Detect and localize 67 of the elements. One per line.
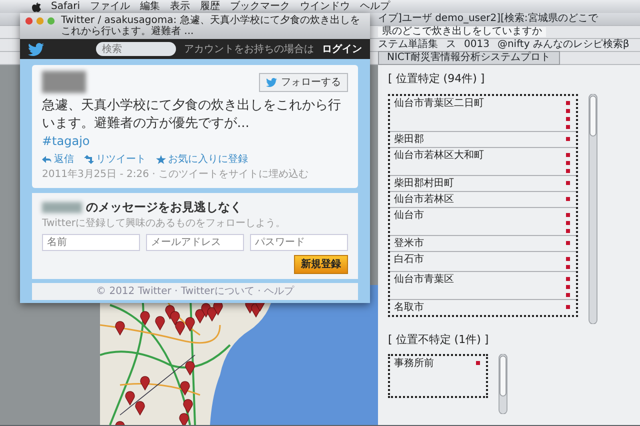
place-name: 名取市 bbox=[394, 302, 424, 312]
bookmark-link[interactable]: ス bbox=[446, 40, 456, 50]
apple-logo-icon[interactable] bbox=[32, 2, 41, 12]
menu-item[interactable]: ウインドウ bbox=[300, 2, 350, 12]
place-name: 事務所前 bbox=[394, 358, 434, 369]
menu-item[interactable]: ブックマーク bbox=[230, 2, 290, 12]
signup-title: のメッセージをお見逃しなく bbox=[86, 199, 242, 216]
place-name: 柴田郡村田町 bbox=[394, 178, 454, 188]
place-name: 仙台市 bbox=[394, 210, 424, 222]
place-name: 仙台市若林区大和町 bbox=[394, 150, 484, 162]
blurred-avatar bbox=[42, 71, 86, 93]
tweet-text: 急遽、天真小学校にて夕食の炊き出しをこれから行います。避難者の方が優先ですが... bbox=[42, 97, 342, 132]
search-field[interactable]: 県のどこで炊き出しをしていますか bbox=[378, 27, 546, 37]
window-title: Twitter / asakusagoma: 急遽、天真小学校にて夕食の炊き出しをこれから行います。避難者 ... bbox=[61, 15, 361, 37]
tweet-timestamp: 2011年3月25日 - 2:26 · このツイートをサイトに埋め込む bbox=[42, 168, 310, 182]
list-row[interactable]: 仙台市 bbox=[390, 208, 576, 236]
menu-item[interactable]: 履歴 bbox=[200, 2, 220, 12]
bookmark-link[interactable]: ステム単語集 bbox=[378, 40, 438, 50]
scrollbar[interactable] bbox=[498, 354, 508, 414]
list-row[interactable]: 柴田郡村田町 bbox=[390, 176, 576, 192]
login-prompt: アカウントをお持ちの場合は bbox=[184, 42, 314, 56]
input-field[interactable]: パスワード bbox=[250, 234, 348, 252]
list-row[interactable]: 仙台市若林区大和町 bbox=[390, 148, 576, 176]
list-row[interactable]: 事務所前 bbox=[390, 356, 486, 371]
bird-icon bbox=[266, 78, 277, 86]
favorite-link[interactable]: お気に入りに登録 bbox=[156, 152, 248, 168]
place-name: 白石市 bbox=[394, 254, 424, 266]
search-field[interactable]: 検索 bbox=[96, 42, 176, 56]
place-name: 仙台市若林区 bbox=[394, 194, 454, 204]
place-name: 登米市 bbox=[394, 238, 424, 248]
retweet-icon bbox=[84, 155, 94, 164]
menu-item[interactable]: ファイル bbox=[90, 2, 130, 12]
menu-item[interactable]: Safari bbox=[51, 2, 80, 12]
star-icon bbox=[156, 155, 166, 164]
footer-links: © 2012 Twitter · Twitterについて · ヘルプ bbox=[32, 283, 358, 300]
bookmark-link[interactable]: 0013 bbox=[464, 40, 490, 50]
login-link[interactable]: ログイン bbox=[322, 42, 362, 56]
zoom-icon[interactable] bbox=[47, 17, 55, 25]
place-name: 柴田郡 bbox=[394, 134, 424, 144]
browser-tab[interactable]: NICT耐災害情報分析システムプロト bbox=[378, 51, 560, 65]
input-field[interactable]: メールアドレス bbox=[146, 234, 244, 252]
list-row[interactable]: 仙台市青葉区二日町 bbox=[390, 96, 576, 132]
bookmark-link[interactable]: @nifty みんなのレシピ検索β bbox=[497, 40, 630, 50]
reply-arrow-icon bbox=[42, 155, 52, 164]
window-title: イブ]ユーザ demo_user2][検索:宮城県のどこで bbox=[378, 14, 598, 24]
menu-item[interactable]: ヘルプ bbox=[360, 2, 390, 12]
signup-subtitle: Twitterに登録して興味のあるものをフォローしよう。 bbox=[42, 216, 287, 232]
menu-item[interactable]: 編集 bbox=[140, 2, 160, 12]
list-row[interactable]: 白石市 bbox=[390, 252, 576, 272]
close-icon[interactable] bbox=[25, 17, 33, 25]
menu-item[interactable]: 表示 bbox=[170, 2, 190, 12]
minimize-icon[interactable] bbox=[36, 17, 44, 25]
section-heading: [ 位置不特定 (1件) ] bbox=[388, 332, 490, 348]
list-row[interactable]: 仙台市青葉区 bbox=[390, 272, 576, 300]
input-field[interactable]: 名前 bbox=[42, 234, 140, 252]
place-name: 仙台市青葉区 bbox=[394, 274, 454, 286]
place-name: 仙台市青葉区二日町 bbox=[394, 98, 484, 110]
blurred-name bbox=[42, 202, 82, 213]
list-row[interactable]: 柴田郡 bbox=[390, 132, 576, 148]
scrollbar[interactable] bbox=[588, 94, 598, 324]
list-row[interactable]: 名取市 bbox=[390, 300, 576, 314]
list-row[interactable]: 登米市 bbox=[390, 236, 576, 252]
follow-button[interactable]: フォローする bbox=[259, 72, 348, 92]
signup-button[interactable]: 新規登録 bbox=[294, 255, 348, 274]
bird-logo-icon[interactable] bbox=[28, 42, 44, 56]
section-heading: [ 位置特定 (94件) ] bbox=[388, 71, 486, 87]
list-row[interactable]: 仙台市若林区 bbox=[390, 192, 576, 208]
